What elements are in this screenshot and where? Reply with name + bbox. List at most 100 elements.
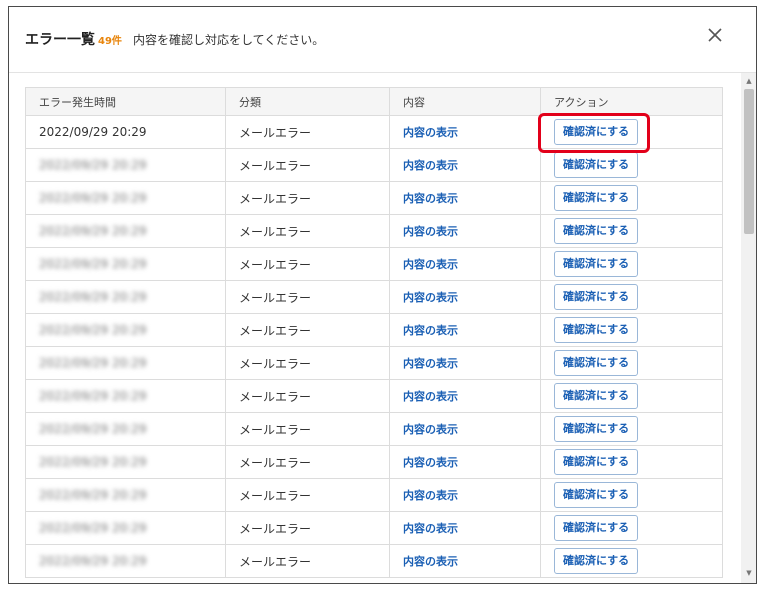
view-content-link[interactable]: 内容の表示: [403, 489, 458, 502]
action-cell: 確認済にする: [540, 181, 723, 215]
view-content-link[interactable]: 内容の表示: [403, 456, 458, 469]
mark-confirmed-button[interactable]: 確認済にする: [554, 449, 639, 475]
action-cell: 確認済にする: [540, 346, 723, 380]
view-content-link[interactable]: 内容の表示: [403, 159, 458, 172]
mark-confirmed-button[interactable]: 確認済にする: [554, 317, 639, 343]
action-cell: 確認済にする: [540, 115, 723, 149]
error-time: 2022/09/29 20:29: [25, 478, 226, 512]
error-category: メールエラー: [225, 214, 390, 248]
error-time: 2022/09/29 20:29: [25, 346, 226, 380]
content-cell: 内容の表示: [389, 379, 541, 413]
error-time: 2022/09/29 20:29: [25, 181, 226, 215]
mark-confirmed-button[interactable]: 確認済にする: [554, 548, 639, 574]
error-category: メールエラー: [225, 412, 390, 446]
view-content-link[interactable]: 内容の表示: [403, 357, 458, 370]
content-cell: 内容の表示: [389, 148, 541, 182]
error-time: 2022/09/29 20:29: [25, 412, 226, 446]
action-cell: 確認済にする: [540, 511, 723, 545]
error-time: 2022/09/29 20:29: [25, 214, 226, 248]
mark-confirmed-button[interactable]: 確認済にする: [554, 119, 639, 145]
error-time: 2022/09/29 20:29: [25, 247, 226, 281]
content-cell: 内容の表示: [389, 313, 541, 347]
action-cell: 確認済にする: [540, 214, 723, 248]
content-cell: 内容の表示: [389, 346, 541, 380]
modal-content: エラー発生時間 分類 内容 アクション 2022/09/29 20:29 メールエ…: [9, 73, 756, 583]
error-category: メールエラー: [225, 511, 390, 545]
content-cell: 内容の表示: [389, 478, 541, 512]
error-time: 2022/09/29 20:29: [25, 148, 226, 182]
action-cell: 確認済にする: [540, 148, 723, 182]
view-content-link[interactable]: 内容の表示: [403, 324, 458, 337]
column-header-action: アクション: [540, 87, 723, 116]
mark-confirmed-button[interactable]: 確認済にする: [554, 152, 639, 178]
table-row: 2022/09/29 20:29 メールエラー 内容の表示 確認済にする: [25, 478, 723, 512]
view-content-link[interactable]: 内容の表示: [403, 291, 458, 304]
table-header-row: エラー発生時間 分類 内容 アクション: [25, 87, 723, 116]
mark-confirmed-button[interactable]: 確認済にする: [554, 251, 639, 277]
mark-confirmed-button[interactable]: 確認済にする: [554, 218, 639, 244]
error-category: メールエラー: [225, 247, 390, 281]
view-content-link[interactable]: 内容の表示: [403, 522, 458, 535]
action-cell: 確認済にする: [540, 544, 723, 578]
action-cell: 確認済にする: [540, 412, 723, 446]
view-content-link[interactable]: 内容の表示: [403, 390, 458, 403]
mark-confirmed-button[interactable]: 確認済にする: [554, 515, 639, 541]
mark-confirmed-button[interactable]: 確認済にする: [554, 416, 639, 442]
view-content-link[interactable]: 内容の表示: [403, 423, 458, 436]
error-category: メールエラー: [225, 280, 390, 314]
table-row: 2022/09/29 20:29 メールエラー 内容の表示 確認済にする: [25, 346, 723, 380]
table-row: 2022/09/29 20:29 メールエラー 内容の表示 確認済にする: [25, 511, 723, 545]
error-time: 2022/09/29 20:29: [25, 313, 226, 347]
view-content-link[interactable]: 内容の表示: [403, 555, 458, 568]
error-time: 2022/09/29 20:29: [25, 544, 226, 578]
error-category: メールエラー: [225, 478, 390, 512]
table-row: 2022/09/29 20:29 メールエラー 内容の表示 確認済にする: [25, 313, 723, 347]
table-row: 2022/09/29 20:29 メールエラー 内容の表示 確認済にする: [25, 148, 723, 182]
content-cell: 内容の表示: [389, 181, 541, 215]
error-category: メールエラー: [225, 181, 390, 215]
table-row: 2022/09/29 20:29 メールエラー 内容の表示 確認済にする: [25, 247, 723, 281]
scroll-up-icon[interactable]: ▲: [741, 77, 756, 87]
mark-confirmed-button[interactable]: 確認済にする: [554, 185, 639, 211]
table-row: 2022/09/29 20:29 メールエラー 内容の表示 確認済にする: [25, 115, 723, 149]
error-category: メールエラー: [225, 379, 390, 413]
content-cell: 内容の表示: [389, 544, 541, 578]
error-time: 2022/09/29 20:29: [25, 280, 226, 314]
action-cell: 確認済にする: [540, 247, 723, 281]
mark-confirmed-button[interactable]: 確認済にする: [554, 350, 639, 376]
vertical-scrollbar[interactable]: ▲ ▼: [741, 73, 756, 583]
error-time: 2022/09/29 20:29: [25, 115, 226, 149]
scroll-down-icon[interactable]: ▼: [741, 569, 756, 579]
view-content-link[interactable]: 内容の表示: [403, 192, 458, 205]
mark-confirmed-button[interactable]: 確認済にする: [554, 284, 639, 310]
action-cell: 確認済にする: [540, 280, 723, 314]
content-cell: 内容の表示: [389, 445, 541, 479]
scrollbar-thumb[interactable]: [744, 89, 754, 234]
view-content-link[interactable]: 内容の表示: [403, 126, 458, 139]
action-cell: 確認済にする: [540, 445, 723, 479]
column-header-time: エラー発生時間: [25, 87, 226, 116]
table-row: 2022/09/29 20:29 メールエラー 内容の表示 確認済にする: [25, 181, 723, 215]
mark-confirmed-button[interactable]: 確認済にする: [554, 482, 639, 508]
view-content-link[interactable]: 内容の表示: [403, 258, 458, 271]
content-cell: 内容の表示: [389, 214, 541, 248]
error-table: エラー発生時間 分類 内容 アクション 2022/09/29 20:29 メールエ…: [25, 87, 723, 578]
modal-title: エラー一覧: [25, 32, 95, 48]
view-content-link[interactable]: 内容の表示: [403, 225, 458, 238]
mark-confirmed-button[interactable]: 確認済にする: [554, 383, 639, 409]
error-list-modal: エラー一覧 49件 内容を確認し対応をしてください。 エラー発生時間 分類 内容…: [8, 6, 757, 584]
error-category: メールエラー: [225, 148, 390, 182]
modal-header: エラー一覧 49件 内容を確認し対応をしてください。: [9, 7, 756, 73]
column-header-category: 分類: [225, 87, 390, 116]
table-row: 2022/09/29 20:29 メールエラー 内容の表示 確認済にする: [25, 412, 723, 446]
error-time: 2022/09/29 20:29: [25, 445, 226, 479]
action-cell: 確認済にする: [540, 379, 723, 413]
error-time: 2022/09/29 20:29: [25, 511, 226, 545]
content-cell: 内容の表示: [389, 412, 541, 446]
error-category: メールエラー: [225, 445, 390, 479]
table-row: 2022/09/29 20:29 メールエラー 内容の表示 確認済にする: [25, 280, 723, 314]
table-row: 2022/09/29 20:29 メールエラー 内容の表示 確認済にする: [25, 544, 723, 578]
table-row: 2022/09/29 20:29 メールエラー 内容の表示 確認済にする: [25, 445, 723, 479]
error-category: メールエラー: [225, 115, 390, 149]
close-icon[interactable]: [707, 27, 723, 43]
